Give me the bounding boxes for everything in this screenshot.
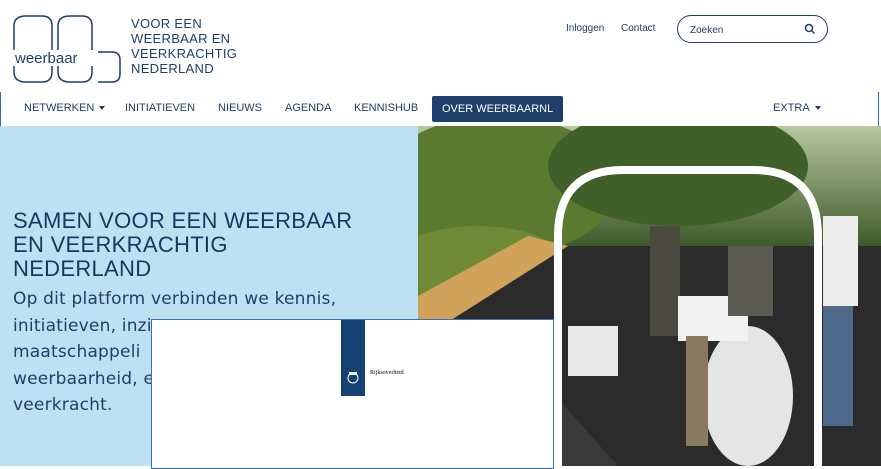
nav-item-over-weerbaarnl[interactable]: OVER WEERBAARNL xyxy=(432,96,564,122)
chevron-down-icon xyxy=(99,106,106,111)
search-icon[interactable] xyxy=(803,22,817,36)
login-link[interactable]: Inloggen xyxy=(566,23,604,34)
site-header: weerbaar VOOR EEN WEERBAAR EN VEERKRACHT… xyxy=(0,0,881,92)
tagline-line: NEDERLAND xyxy=(131,61,214,76)
chevron-down-icon xyxy=(814,106,821,111)
tagline-line: VOOR EEN xyxy=(131,16,203,31)
hero-desc-line: Op dit platform verbinden we kennis, xyxy=(13,289,337,309)
nav-item-agenda[interactable]: AGENDA xyxy=(285,102,331,114)
rijksoverheid-logo-band xyxy=(341,320,365,396)
search-box xyxy=(677,15,828,43)
nav-label: NETWERKEN xyxy=(24,102,95,114)
nav-item-netwerken[interactable]: NETWERKEN xyxy=(24,102,106,114)
nav-item-extra[interactable]: EXTRA xyxy=(773,102,821,114)
search-input[interactable] xyxy=(688,21,802,39)
tagline-line: VEERKRACHTIG xyxy=(131,46,238,61)
nav-label: EXTRA xyxy=(773,102,810,114)
nav-item-initiatieven[interactable]: INITIATIEVEN xyxy=(125,102,195,114)
logo-tagline: VOOR EEN WEERBAAR EN VEERKRACHTIG NEDERL… xyxy=(131,16,271,76)
crest-icon xyxy=(347,372,359,384)
rijksoverheid-label: Rijksoverheid xyxy=(370,370,404,376)
logo-wordmark: weerbaar xyxy=(14,50,78,67)
hero-title-line: NEDERLAND xyxy=(13,256,152,281)
hero-title-line: SAMEN VOOR EEN WEERBAAR xyxy=(13,208,353,233)
nav-item-nieuws[interactable]: NIEUWS xyxy=(218,102,262,114)
tagline-line: WEERBAAR EN xyxy=(131,31,231,46)
contact-link[interactable]: Contact xyxy=(621,23,655,34)
hero-title-line: EN VEERKRACHTIG xyxy=(13,232,228,257)
nav-item-kennishub[interactable]: KENNISHUB xyxy=(354,102,418,114)
weerbaar-logo[interactable]: weerbaar xyxy=(12,14,122,84)
main-nav: NETWERKEN INITIATIEVEN NIEUWS AGENDA KEN… xyxy=(0,92,881,126)
overlay-dialog: Rijksoverheid xyxy=(151,319,554,469)
hero-title: SAMEN VOOR EEN WEERBAAR EN VEERKRACHTIG … xyxy=(13,209,413,281)
